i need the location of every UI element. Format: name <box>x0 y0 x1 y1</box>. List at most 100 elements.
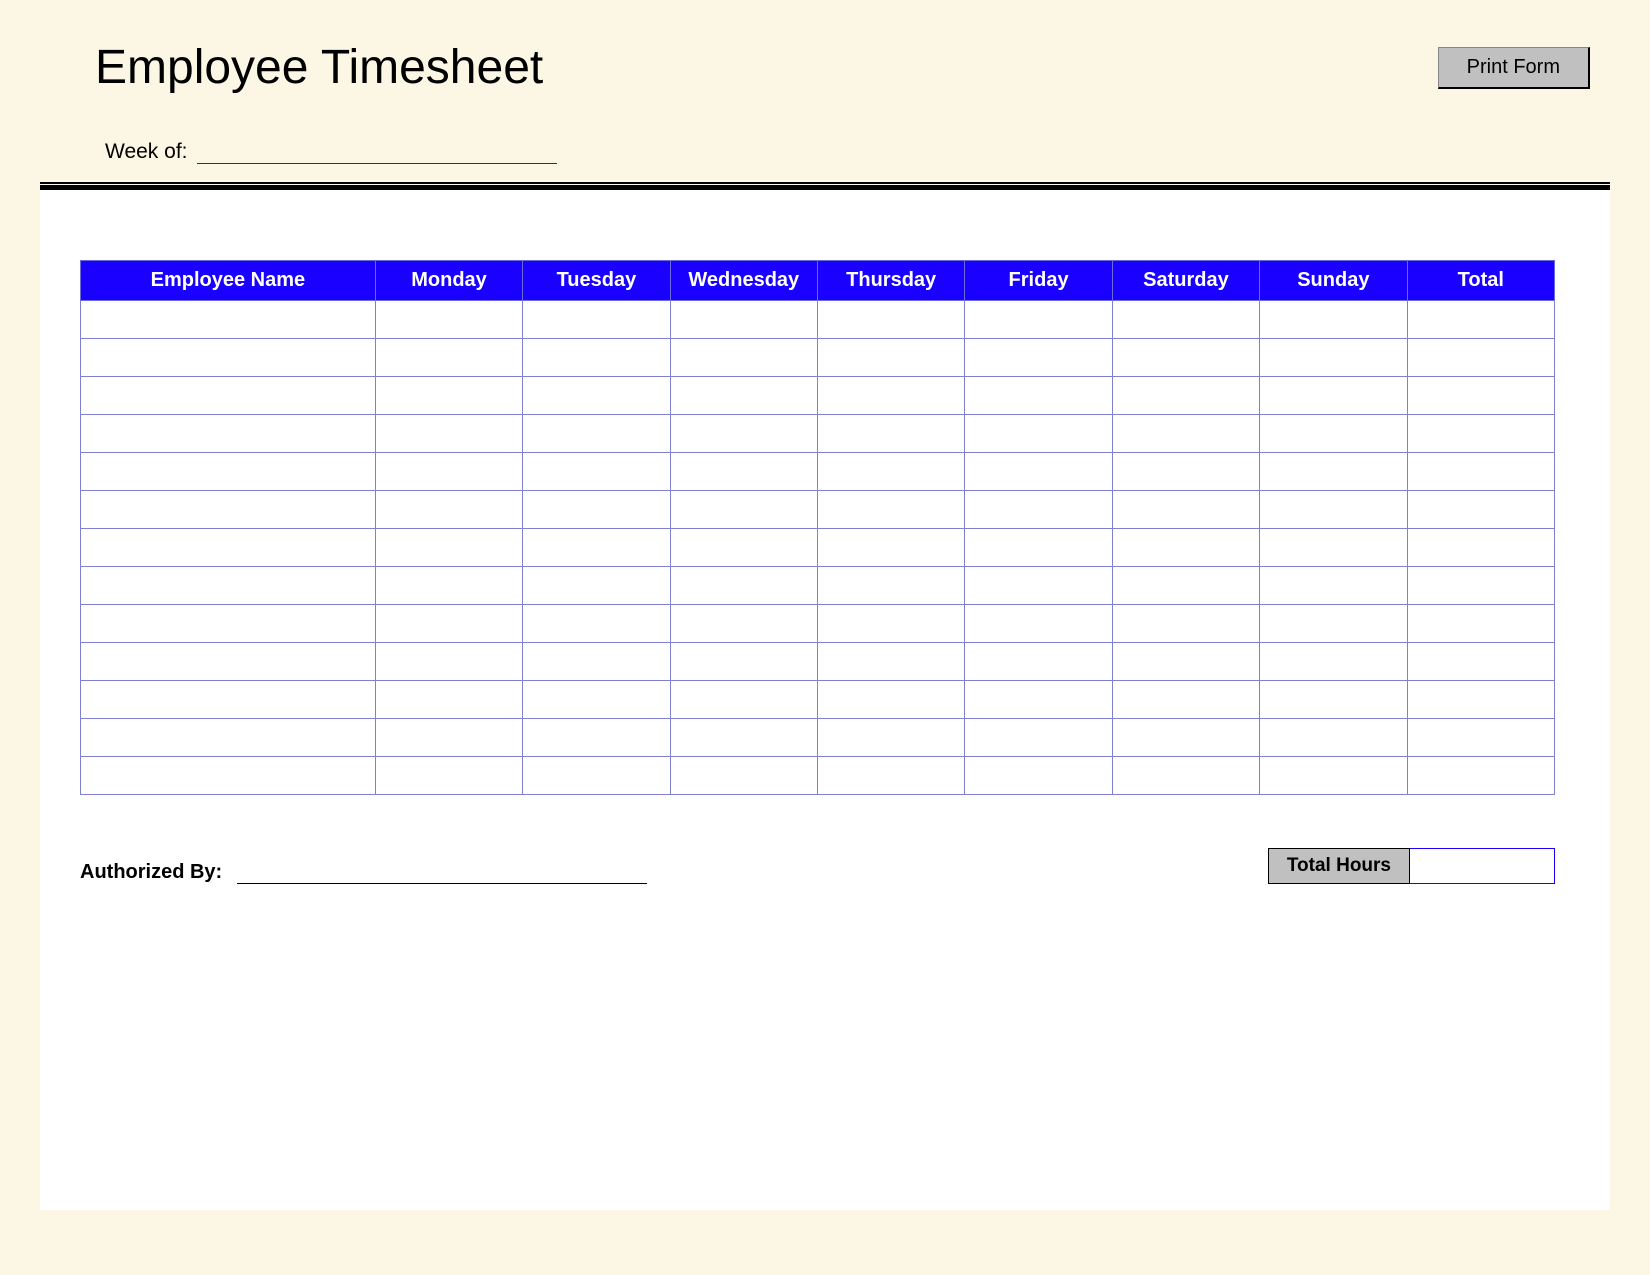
table-cell[interactable] <box>81 453 376 491</box>
table-cell[interactable] <box>1407 301 1554 339</box>
print-form-button[interactable]: Print Form <box>1438 47 1590 89</box>
table-cell[interactable] <box>81 491 376 529</box>
table-cell[interactable] <box>817 567 964 605</box>
table-cell[interactable] <box>81 301 376 339</box>
table-cell[interactable] <box>375 567 522 605</box>
table-cell[interactable] <box>817 719 964 757</box>
table-cell[interactable] <box>375 605 522 643</box>
table-cell[interactable] <box>81 415 376 453</box>
table-cell[interactable] <box>375 529 522 567</box>
table-cell[interactable] <box>375 339 522 377</box>
table-cell[interactable] <box>375 719 522 757</box>
table-cell[interactable] <box>1260 491 1407 529</box>
table-cell[interactable] <box>1112 719 1259 757</box>
table-cell[interactable] <box>670 453 817 491</box>
table-cell[interactable] <box>817 377 964 415</box>
table-cell[interactable] <box>375 377 522 415</box>
table-cell[interactable] <box>1407 377 1554 415</box>
table-cell[interactable] <box>670 567 817 605</box>
table-cell[interactable] <box>523 605 670 643</box>
table-cell[interactable] <box>81 567 376 605</box>
table-cell[interactable] <box>670 529 817 567</box>
table-cell[interactable] <box>965 377 1112 415</box>
table-cell[interactable] <box>81 529 376 567</box>
table-cell[interactable] <box>1260 567 1407 605</box>
authorized-by-input[interactable] <box>237 860 647 884</box>
table-cell[interactable] <box>965 491 1112 529</box>
total-hours-input[interactable] <box>1410 848 1555 884</box>
table-cell[interactable] <box>670 301 817 339</box>
table-cell[interactable] <box>965 453 1112 491</box>
table-cell[interactable] <box>1112 491 1259 529</box>
table-cell[interactable] <box>1407 567 1554 605</box>
table-cell[interactable] <box>965 605 1112 643</box>
table-cell[interactable] <box>523 681 670 719</box>
table-cell[interactable] <box>817 757 964 795</box>
table-cell[interactable] <box>1407 491 1554 529</box>
table-cell[interactable] <box>375 491 522 529</box>
table-cell[interactable] <box>81 339 376 377</box>
table-cell[interactable] <box>1112 301 1259 339</box>
table-cell[interactable] <box>965 415 1112 453</box>
table-cell[interactable] <box>1112 453 1259 491</box>
table-cell[interactable] <box>81 605 376 643</box>
week-of-input[interactable] <box>197 140 557 164</box>
table-cell[interactable] <box>1407 643 1554 681</box>
table-cell[interactable] <box>375 643 522 681</box>
table-cell[interactable] <box>1407 453 1554 491</box>
table-cell[interactable] <box>965 757 1112 795</box>
table-cell[interactable] <box>1112 567 1259 605</box>
table-cell[interactable] <box>965 681 1112 719</box>
table-cell[interactable] <box>670 681 817 719</box>
table-cell[interactable] <box>523 567 670 605</box>
table-cell[interactable] <box>81 757 376 795</box>
table-cell[interactable] <box>817 605 964 643</box>
table-cell[interactable] <box>670 757 817 795</box>
table-cell[interactable] <box>1260 757 1407 795</box>
table-cell[interactable] <box>817 301 964 339</box>
table-cell[interactable] <box>1260 719 1407 757</box>
table-cell[interactable] <box>670 719 817 757</box>
table-cell[interactable] <box>81 643 376 681</box>
table-cell[interactable] <box>1112 605 1259 643</box>
table-cell[interactable] <box>670 415 817 453</box>
table-cell[interactable] <box>523 453 670 491</box>
table-cell[interactable] <box>1260 377 1407 415</box>
table-cell[interactable] <box>375 453 522 491</box>
table-cell[interactable] <box>1112 757 1259 795</box>
table-cell[interactable] <box>817 643 964 681</box>
table-cell[interactable] <box>965 567 1112 605</box>
table-cell[interactable] <box>375 757 522 795</box>
table-cell[interactable] <box>1112 529 1259 567</box>
table-cell[interactable] <box>670 339 817 377</box>
table-cell[interactable] <box>965 301 1112 339</box>
table-cell[interactable] <box>965 339 1112 377</box>
table-cell[interactable] <box>1260 415 1407 453</box>
table-cell[interactable] <box>523 643 670 681</box>
table-cell[interactable] <box>817 415 964 453</box>
table-cell[interactable] <box>1112 415 1259 453</box>
table-cell[interactable] <box>1407 757 1554 795</box>
table-cell[interactable] <box>1407 529 1554 567</box>
table-cell[interactable] <box>1112 377 1259 415</box>
table-cell[interactable] <box>375 301 522 339</box>
table-cell[interactable] <box>1407 681 1554 719</box>
table-cell[interactable] <box>375 415 522 453</box>
table-cell[interactable] <box>523 339 670 377</box>
table-cell[interactable] <box>1260 605 1407 643</box>
table-cell[interactable] <box>965 529 1112 567</box>
table-cell[interactable] <box>817 339 964 377</box>
table-cell[interactable] <box>1260 453 1407 491</box>
table-cell[interactable] <box>817 453 964 491</box>
table-cell[interactable] <box>1112 643 1259 681</box>
table-cell[interactable] <box>81 681 376 719</box>
table-cell[interactable] <box>670 643 817 681</box>
table-cell[interactable] <box>523 529 670 567</box>
table-cell[interactable] <box>375 681 522 719</box>
table-cell[interactable] <box>523 301 670 339</box>
table-cell[interactable] <box>1260 339 1407 377</box>
table-cell[interactable] <box>1112 339 1259 377</box>
table-cell[interactable] <box>1260 681 1407 719</box>
table-cell[interactable] <box>81 719 376 757</box>
table-cell[interactable] <box>1260 529 1407 567</box>
